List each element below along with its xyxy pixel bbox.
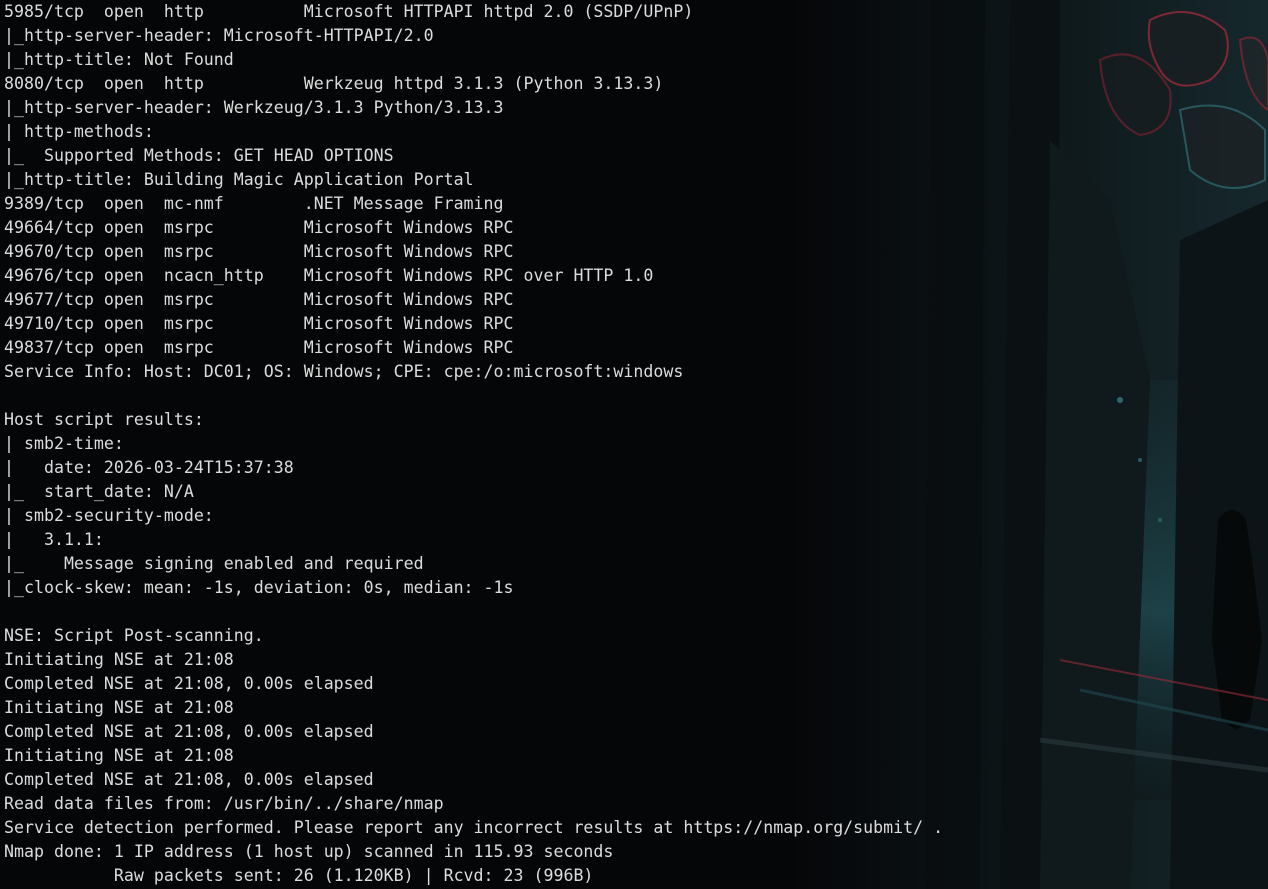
terminal-line: |_ Supported Methods: GET HEAD OPTIONS — [4, 146, 394, 165]
terminal-line: |_http-title: Building Magic Application… — [4, 170, 474, 189]
terminal-output[interactable]: 5985/tcp open http Microsoft HTTPAPI htt… — [4, 0, 943, 888]
terminal-line: Initiating NSE at 21:08 — [4, 698, 234, 717]
terminal-line: Initiating NSE at 21:08 — [4, 746, 234, 765]
terminal-line: Service Info: Host: DC01; OS: Windows; C… — [4, 362, 684, 381]
terminal-line: Read data files from: /usr/bin/../share/… — [4, 794, 444, 813]
terminal-line: | 3.1.1: — [4, 530, 104, 549]
terminal-line: NSE: Script Post-scanning. — [4, 626, 264, 645]
terminal-line: 49710/tcp open msrpc Microsoft Windows R… — [4, 314, 514, 333]
terminal-line: |_clock-skew: mean: -1s, deviation: 0s, … — [4, 578, 514, 597]
terminal-line: Nmap done: 1 IP address (1 host up) scan… — [4, 842, 614, 861]
terminal-line: 49837/tcp open msrpc Microsoft Windows R… — [4, 338, 514, 357]
terminal-line: 49676/tcp open ncacn_http Microsoft Wind… — [4, 266, 654, 285]
terminal-line: 8080/tcp open http Werkzeug httpd 3.1.3 … — [4, 74, 664, 93]
terminal-line: Host script results: — [4, 410, 204, 429]
terminal-line: | smb2-security-mode: — [4, 506, 214, 525]
terminal-line: Raw packets sent: 26 (1.120KB) | Rcvd: 2… — [4, 866, 594, 885]
terminal-line: |_http-title: Not Found — [4, 50, 234, 69]
terminal-line: Service detection performed. Please repo… — [4, 818, 944, 837]
terminal-line: | http-methods: — [4, 122, 154, 141]
terminal-line: 49677/tcp open msrpc Microsoft Windows R… — [4, 290, 514, 309]
terminal-line: |_http-server-header: Microsoft-HTTPAPI/… — [4, 26, 434, 45]
terminal-window[interactable]: 5985/tcp open http Microsoft HTTPAPI htt… — [0, 0, 1268, 889]
terminal-line: 5985/tcp open http Microsoft HTTPAPI htt… — [4, 2, 694, 21]
terminal-line: |_ Message signing enabled and required — [4, 554, 424, 573]
terminal-line: | date: 2026-03-24T15:37:38 — [4, 458, 294, 477]
terminal-line: Completed NSE at 21:08, 0.00s elapsed — [4, 722, 374, 741]
terminal-line: |_http-server-header: Werkzeug/3.1.3 Pyt… — [4, 98, 504, 117]
terminal-line: 9389/tcp open mc-nmf .NET Message Framin… — [4, 194, 504, 213]
terminal-line: 49664/tcp open msrpc Microsoft Windows R… — [4, 218, 514, 237]
terminal-line: | smb2-time: — [4, 434, 124, 453]
terminal-line: |_ start_date: N/A — [4, 482, 194, 501]
terminal-line: Completed NSE at 21:08, 0.00s elapsed — [4, 770, 374, 789]
terminal-line: Completed NSE at 21:08, 0.00s elapsed — [4, 674, 374, 693]
terminal-line: Initiating NSE at 21:08 — [4, 650, 234, 669]
terminal-line: 49670/tcp open msrpc Microsoft Windows R… — [4, 242, 514, 261]
